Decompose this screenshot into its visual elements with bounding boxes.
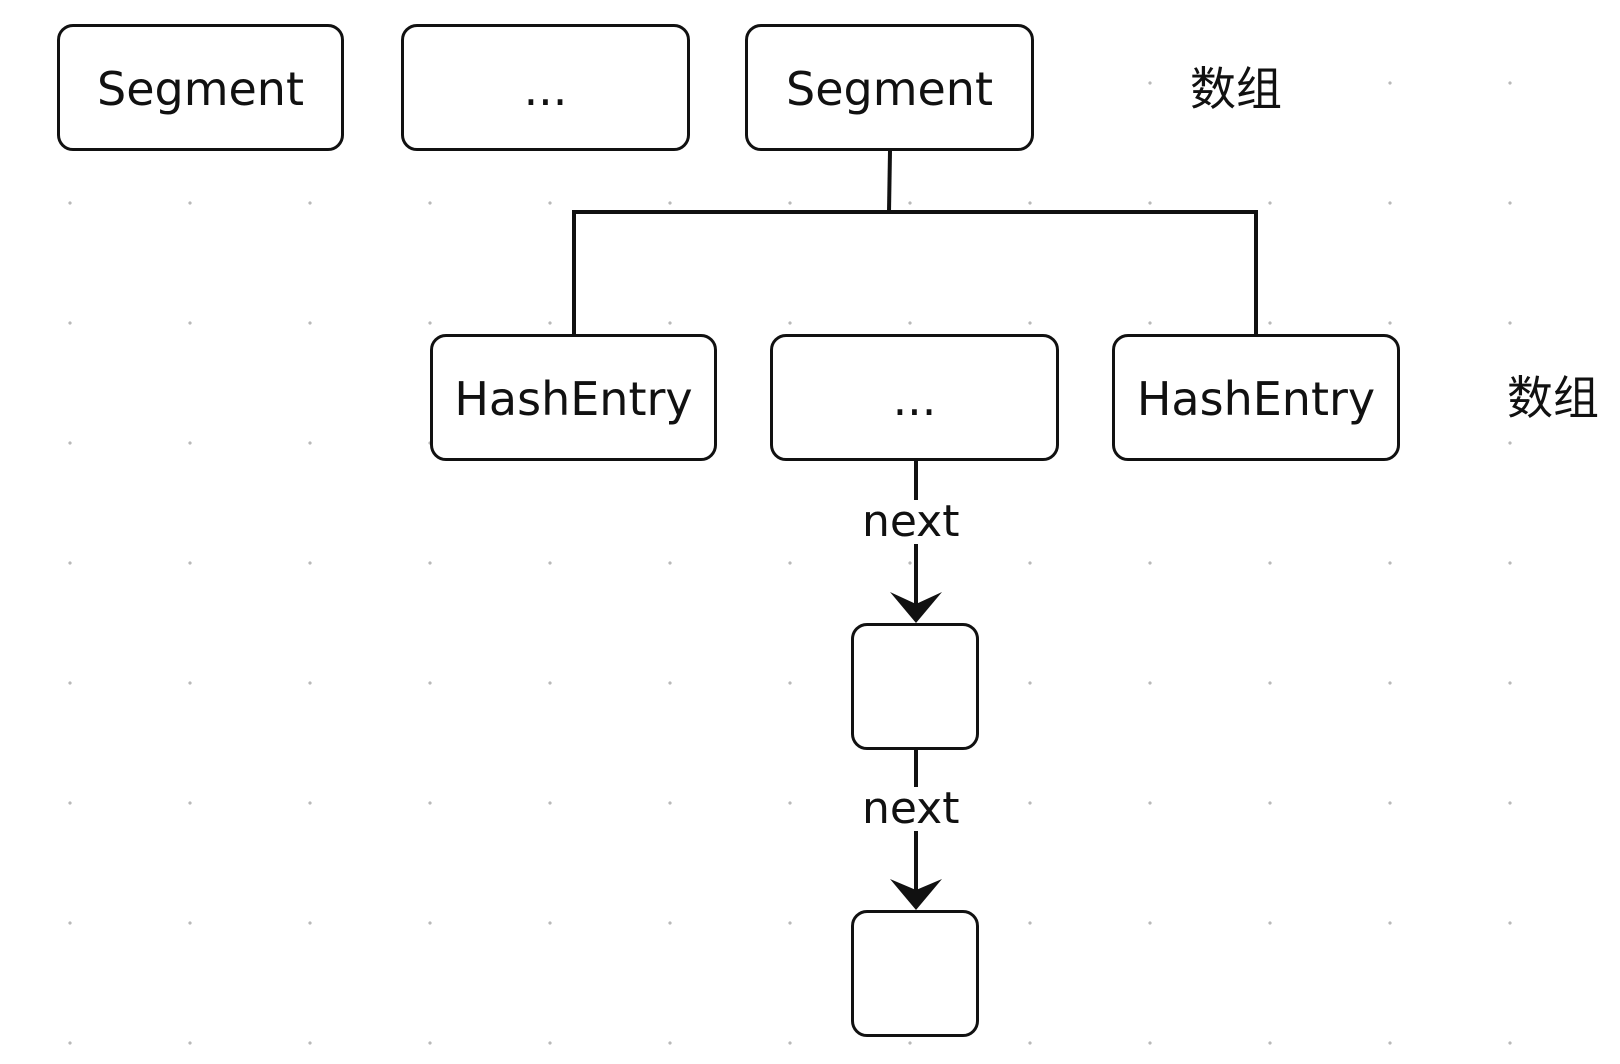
segment-box-first: Segment — [57, 24, 344, 151]
segment-box-ellipsis-label: ... — [523, 61, 568, 116]
next-label-2: next — [858, 787, 964, 831]
linked-node-2 — [851, 910, 979, 1037]
segment-array-label: 数组 — [1190, 62, 1282, 116]
hashentry-box-first: HashEntry — [430, 334, 717, 461]
hashentry-box-ellipsis: ... — [770, 334, 1059, 461]
hashentry-box-last: HashEntry — [1112, 334, 1400, 461]
connector-lines — [572, 148, 1258, 910]
segment-box-last: Segment — [745, 24, 1034, 151]
segment-box-ellipsis: ... — [401, 24, 690, 151]
hashentry-box-last-label: HashEntry — [1136, 371, 1376, 426]
hashentry-array-label: 数组 — [1507, 371, 1599, 425]
hashentry-box-ellipsis-label: ... — [892, 371, 937, 426]
linked-node-1 — [851, 623, 979, 750]
next-label-1: next — [858, 500, 964, 544]
segment-box-last-label: Segment — [786, 61, 993, 116]
hashentry-box-first-label: HashEntry — [454, 371, 693, 426]
segment-to-branch-line — [886, 148, 893, 215]
concurrenthashmap-structure-diagram: Segment ... Segment 数组 HashEntry ... Has… — [0, 0, 1620, 1064]
segment-box-first-label: Segment — [97, 61, 304, 116]
